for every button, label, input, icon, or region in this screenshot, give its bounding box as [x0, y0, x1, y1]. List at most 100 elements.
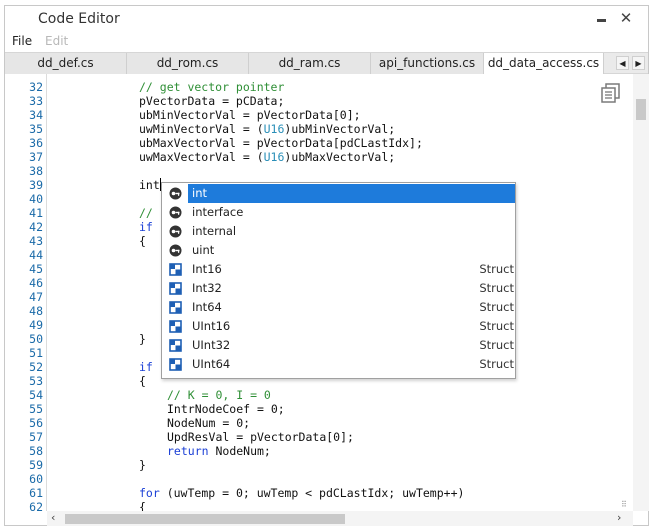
code-text: int — [139, 178, 160, 192]
resize-grip-icon[interactable]: ⠿ — [621, 500, 627, 509]
scroll-right-icon[interactable]: › — [617, 511, 621, 524]
struct-icon — [169, 263, 182, 276]
autocomplete-item-label: Int64 — [192, 300, 222, 314]
autocomplete-item-label: internal — [192, 224, 237, 238]
autocomplete-item-kind: Struct — [479, 338, 514, 352]
autocomplete-item-label: UInt16 — [192, 319, 231, 333]
line-number: 56 — [29, 416, 43, 430]
line-number: 52 — [29, 360, 43, 374]
keyword-icon — [169, 187, 182, 200]
tab-dd-ram[interactable]: dd_ram.cs — [249, 53, 371, 74]
line-number: 54 — [29, 388, 43, 402]
line-number: 37 — [29, 150, 43, 164]
tab-dd-rom[interactable]: dd_rom.cs — [127, 53, 249, 74]
autocomplete-item[interactable]: int — [162, 184, 515, 203]
vertical-scrollbar[interactable] — [633, 74, 649, 511]
autocomplete-item-kind: Struct — [479, 300, 514, 314]
autocomplete-item[interactable]: Int64 Struct — [162, 298, 515, 317]
keyword-icon — [169, 225, 182, 238]
code-line-50: } — [139, 332, 146, 346]
line-number: 38 — [29, 164, 43, 178]
struct-icon — [169, 320, 182, 333]
tab-dd-data-access[interactable]: dd_data_access.cs — [483, 53, 604, 75]
struct-icon — [169, 358, 182, 371]
tab-scroll-left-icon[interactable]: ◀ — [616, 56, 629, 70]
menu-file[interactable]: File — [12, 34, 32, 48]
code-line-36: ubMaxVectorVal = pVectorData[pdCLastIdx]… — [139, 136, 423, 150]
code-line-42: if — [139, 220, 153, 234]
keyword-token: return — [167, 444, 209, 458]
code-text: uwMinVectorVal = ( — [139, 122, 264, 136]
horizontal-scrollbar[interactable]: ‹ — [47, 511, 633, 526]
line-number: 43 — [29, 234, 43, 248]
line-number: 44 — [29, 248, 43, 262]
line-number: 39 — [29, 178, 43, 192]
autocomplete-item[interactable]: internal — [162, 222, 515, 241]
autocomplete-item[interactable]: UInt64 Struct — [162, 355, 515, 374]
autocomplete-item-label: interface — [192, 205, 244, 219]
autocomplete-item[interactable]: uint — [162, 241, 515, 260]
keyword-token: for — [139, 486, 160, 500]
tab-scroll-right-icon[interactable]: ▶ — [632, 56, 645, 70]
line-number: 41 — [29, 206, 43, 220]
minimize-button[interactable] — [592, 8, 612, 28]
keyword-icon — [169, 206, 182, 219]
line-number: 42 — [29, 220, 43, 234]
autocomplete-item-row: Int16 Struct — [188, 260, 515, 279]
code-line-56: NodeNum = 0; — [167, 416, 251, 430]
autocomplete-item-row: internal — [188, 222, 515, 241]
autocomplete-item-label: uint — [192, 243, 215, 257]
autocomplete-item[interactable]: UInt32 Struct — [162, 336, 515, 355]
autocomplete-item-row: Int64 Struct — [188, 298, 515, 317]
line-number: 60 — [29, 472, 43, 486]
line-number: 46 — [29, 276, 43, 290]
autocomplete-item[interactable]: Int32 Struct — [162, 279, 515, 298]
vertical-scroll-thumb[interactable] — [636, 99, 646, 120]
code-editor-window: Code Editor ✕ File Edit dd_def.cs dd_rom… — [4, 5, 649, 526]
code-line-58: return NodeNum; — [167, 444, 271, 458]
line-number: 53 — [29, 374, 43, 388]
code-line-33: pVectorData = pCData; — [139, 94, 285, 108]
line-number: 49 — [29, 318, 43, 332]
code-line-54: // K = 0, I = 0 — [167, 388, 271, 402]
title-bar: Code Editor ✕ — [5, 6, 648, 32]
autocomplete-item[interactable]: UInt16 Struct — [162, 317, 515, 336]
code-text: )ubMinVectorVal; — [284, 122, 396, 136]
scroll-left-icon[interactable]: ‹ — [51, 511, 55, 524]
code-line-39: int — [139, 178, 161, 192]
autocomplete-item[interactable]: Int16 Struct — [162, 260, 515, 279]
line-number: 32 — [29, 80, 43, 94]
line-number: 33 — [29, 94, 43, 108]
tab-dd-def[interactable]: dd_def.cs — [5, 53, 127, 74]
close-button[interactable]: ✕ — [616, 8, 636, 28]
code-line-35: uwMinVectorVal = (U16)ubMinVectorVal; — [139, 122, 395, 136]
code-line-32: // get vector pointer — [139, 80, 285, 94]
line-number: 59 — [29, 458, 43, 472]
line-number: 58 — [29, 444, 43, 458]
autocomplete-item-row: UInt32 Struct — [188, 336, 515, 355]
autocomplete-item-row: Int32 Struct — [188, 279, 515, 298]
autocomplete-item-label: Int16 — [192, 262, 222, 276]
code-line-43: { — [139, 234, 146, 248]
autocomplete-item-kind: Struct — [479, 262, 514, 276]
line-number: 36 — [29, 136, 43, 150]
tab-api-functions[interactable]: api_functions.cs — [371, 53, 484, 74]
tab-bar: dd_def.cs dd_rom.cs dd_ram.cs api_functi… — [5, 52, 648, 75]
code-line-62: { — [139, 500, 146, 511]
code-text: )ubMaxVectorVal; — [284, 150, 396, 164]
autocomplete-item-label: int — [192, 186, 207, 200]
horizontal-scroll-thumb[interactable] — [65, 514, 345, 524]
autocomplete-item-label: UInt64 — [192, 357, 231, 371]
autocomplete-item-row: uint — [188, 241, 515, 260]
autocomplete-item-kind: Struct — [479, 319, 514, 333]
line-number: 62 — [29, 500, 43, 511]
document-list-icon[interactable] — [599, 82, 621, 104]
code-line-57: UpdResVal = pVectorData[0]; — [167, 430, 354, 444]
autocomplete-item[interactable]: interface — [162, 203, 515, 222]
code-line-61: for (uwTemp = 0; uwTemp < pdCLastIdx; uw… — [139, 486, 464, 500]
menu-edit[interactable]: Edit — [45, 34, 68, 48]
autocomplete-item-label: UInt32 — [192, 338, 231, 352]
keyword-icon — [169, 244, 182, 257]
line-number: 51 — [29, 346, 43, 360]
autocomplete-item-highlight: int — [188, 184, 515, 203]
